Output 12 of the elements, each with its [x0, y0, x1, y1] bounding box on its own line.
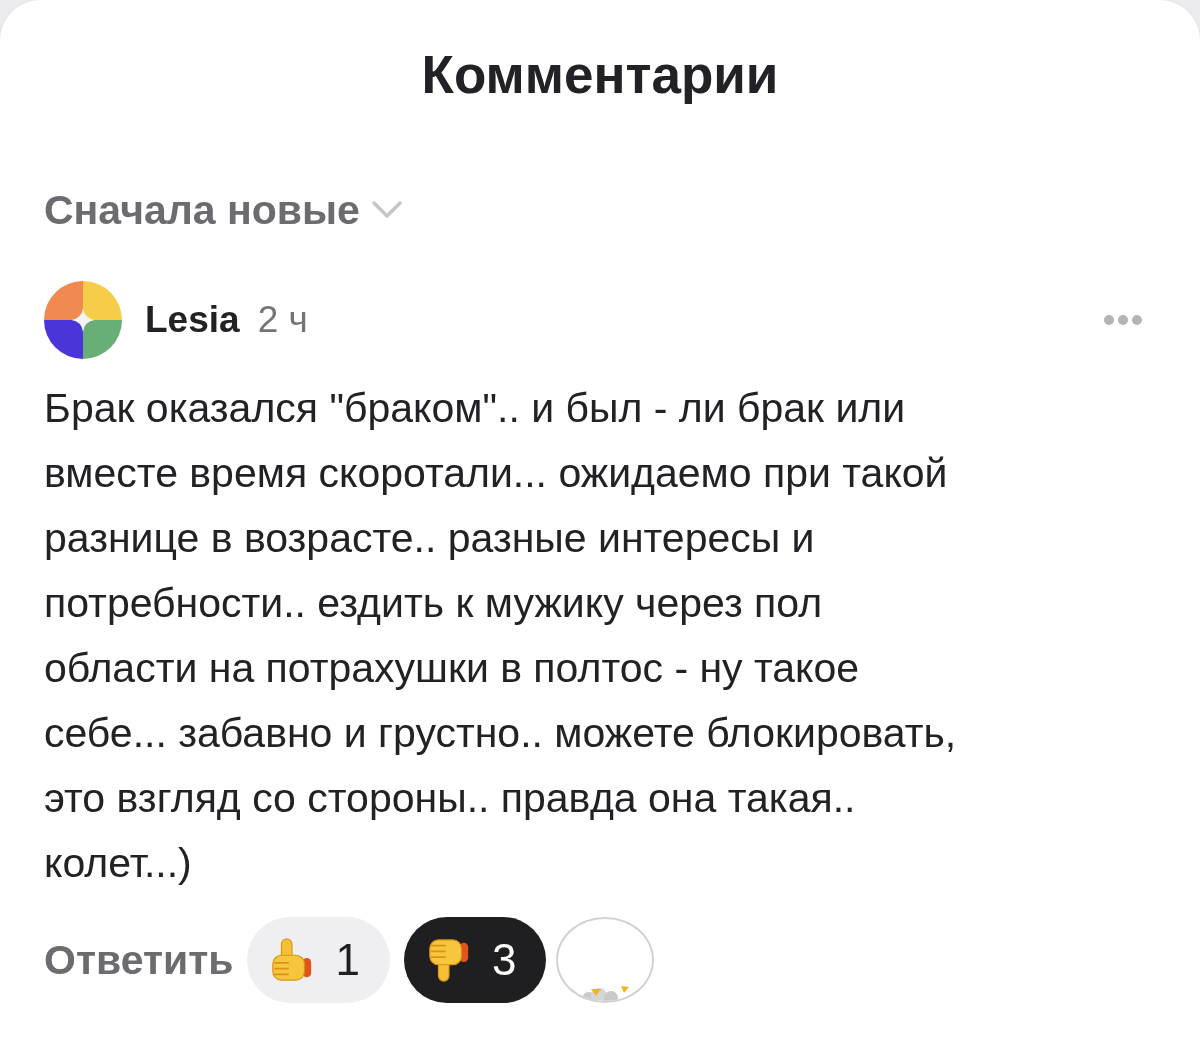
comment-time: 2 ч — [257, 299, 308, 341]
more-button[interactable] — [1104, 315, 1142, 325]
more-icon — [1104, 315, 1142, 325]
sort-dropdown[interactable]: Сначала новые — [44, 185, 402, 235]
like-button[interactable]: 1 — [247, 917, 390, 1003]
dislike-button[interactable]: 3 — [403, 917, 547, 1003]
sheet-title: Комментарии — [421, 44, 779, 106]
chevron-down-icon — [371, 201, 402, 219]
reply-button[interactable]: Ответить — [44, 936, 234, 984]
avatar-icon[interactable] — [44, 281, 122, 359]
comment-text: Брак оказался "браком".. и был - ли брак или вместе время скоротали... ожидаемо при такой разнице в возрасте.. разные интересы и потребности.. ездить к мужику через пол области на потрахушки в полтос - ну такое себе... забавно и грустно.. можете блокировать, это взгляд со стороны.. правда она такая.. колет...) — [44, 384, 958, 888]
author-name[interactable]: Lesia — [145, 299, 240, 341]
